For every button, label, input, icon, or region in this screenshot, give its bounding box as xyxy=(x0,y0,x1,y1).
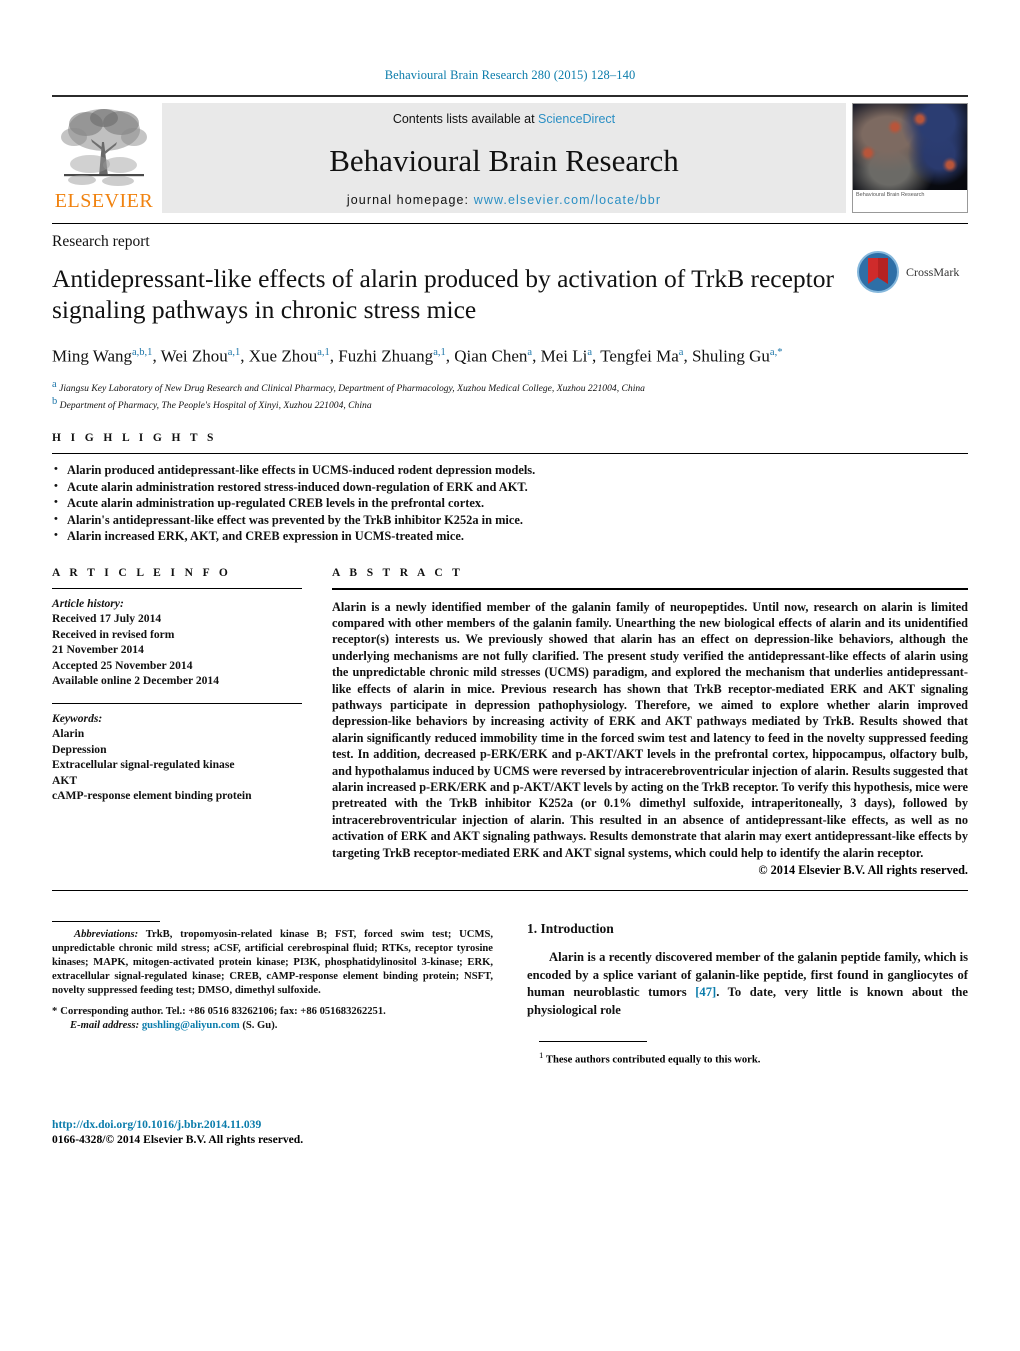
corresponding-author-footnote: * Corresponding author. Tel.: +86 0516 83… xyxy=(52,1005,493,1019)
contents-prefix: Contents lists available at xyxy=(392,112,539,126)
contents-list-line: Contents lists available at ScienceDirec… xyxy=(393,112,615,126)
list-item: Alarin produced antidepressant-like effe… xyxy=(52,461,968,479)
history-item: Received 17 July 2014 xyxy=(52,612,162,626)
affiliation-a: a Jiangsu Key Laboratory of New Drug Res… xyxy=(52,378,645,394)
journal-homepage-line: journal homepage: www.elsevier.com/locat… xyxy=(347,193,661,207)
article-info-column: A R T I C L E I N F O Article history: R… xyxy=(52,567,302,879)
abstract-text: Alarin is a newly identified member of t… xyxy=(332,599,968,860)
crossmark-badge[interactable]: CrossMark xyxy=(856,246,968,298)
keyword-item: Extracellular signal-regulated kinase xyxy=(52,758,235,772)
introduction-paragraph: Alarin is a recently discovered member o… xyxy=(527,949,968,1019)
journal-article-page: Behavioural Brain Research 280 (2015) 12… xyxy=(0,0,1020,1351)
keyword-item: Alarin xyxy=(52,727,85,741)
article-history-block: Article history: Received 17 July 2014 R… xyxy=(52,596,302,689)
author-list: Ming Wanga,b,1, Wei Zhoua,1, Xue Zhoua,1… xyxy=(52,346,783,366)
list-item: Alarin's antidepressant-like effect was … xyxy=(52,511,968,529)
introduction-heading: 1. Introduction xyxy=(527,921,614,937)
running-head: Behavioural Brain Research 280 (2015) 12… xyxy=(384,68,636,82)
doi-link[interactable]: http://dx.doi.org/10.1016/j.bbr.2014.11.… xyxy=(52,1117,303,1132)
keyword-item: AKT xyxy=(52,773,78,787)
journal-homepage-link[interactable]: www.elsevier.com/locate/bbr xyxy=(474,193,661,207)
list-item: Acute alarin administration restored str… xyxy=(52,478,968,496)
journal-cover-thumbnail: Behavioural Brain Research xyxy=(852,103,968,213)
asterisk-icon: * xyxy=(52,1006,58,1018)
introduction-column: 1. Introduction Alarin is a recently dis… xyxy=(527,921,968,1068)
homepage-prefix: journal homepage: xyxy=(346,193,474,207)
corresponding-author-text: Corresponding author. Tel.: +86 0516 832… xyxy=(60,1006,386,1018)
article-header: Research report Antidepressant-like effe… xyxy=(52,224,968,412)
info-abstract-row: A R T I C L E I N F O Article history: R… xyxy=(52,567,968,879)
list-item: Acute alarin administration up-regulated… xyxy=(52,494,968,512)
equal-contribution-text: These authors contributed equally to thi… xyxy=(545,1054,761,1066)
highlights-label: H I G H L I G H T S xyxy=(52,432,217,445)
affiliation-b-text: Department of Pharmacy, The People's Hos… xyxy=(59,400,372,412)
keyword-item: cAMP-response element binding protein xyxy=(52,789,252,803)
affiliation-b: b Department of Pharmacy, The People's H… xyxy=(52,395,372,412)
issn-copyright: 0166-4328/© 2014 Elsevier B.V. All right… xyxy=(52,1133,304,1147)
elsevier-wordmark: ELSEVIER xyxy=(54,190,154,212)
history-item: Received in revised form xyxy=(52,627,175,641)
keyword-item: Depression xyxy=(52,742,107,756)
keywords-divider xyxy=(52,702,302,704)
elsevier-tree-icon xyxy=(61,109,147,186)
history-item: 21 November 2014 xyxy=(52,643,144,657)
history-item: Accepted 25 November 2014 xyxy=(52,658,193,672)
abstract-label: A B S T R A C T xyxy=(332,566,464,579)
equal-contrib-rule xyxy=(539,1041,647,1043)
article-history-label: Article history: xyxy=(52,596,124,610)
footnotes-column: Abbreviations: TrkB, tropomyosin-related… xyxy=(52,921,493,1146)
article-type-kicker: Research report xyxy=(52,233,150,250)
email-link[interactable]: gushling@aliyun.com xyxy=(142,1020,240,1031)
highlights-section: H I G H L I G H T S Alarin produced anti… xyxy=(52,432,968,545)
abstract-column: A B S T R A C T Alarin is a newly identi… xyxy=(332,567,968,879)
article-info-label: A R T I C L E I N F O xyxy=(52,566,232,579)
keywords-block: Keywords: Alarin Depression Extracellula… xyxy=(52,711,302,804)
cover-caption: Behavioural Brain Research xyxy=(853,190,967,212)
abbreviations-label: Abbreviations: xyxy=(74,929,139,941)
affiliation-a-text: Jiangsu Key Laboratory of New Drug Resea… xyxy=(59,382,645,394)
citation-ref[interactable]: [47] xyxy=(695,985,716,999)
abstract-copyright: © 2014 Elsevier B.V. All rights reserved… xyxy=(758,863,968,878)
email-footnote: E-mail address: gushling@aliyun.com (S. … xyxy=(52,1019,493,1033)
journal-banner-center: Contents lists available at ScienceDirec… xyxy=(162,103,846,213)
abstract-bottom-divider xyxy=(52,890,968,892)
page-title: Antidepressant-like effects of alarin pr… xyxy=(52,264,834,324)
elsevier-logo: ELSEVIER xyxy=(52,103,156,213)
sciencedirect-link[interactable]: ScienceDirect xyxy=(538,112,615,126)
crossmark-icon xyxy=(857,251,899,293)
article-info-divider xyxy=(52,587,302,589)
history-item: Available online 2 December 2014 xyxy=(52,674,220,688)
cover-artwork xyxy=(853,104,967,190)
keywords-label: Keywords: xyxy=(52,711,103,725)
crossmark-label: CrossMark xyxy=(906,264,960,279)
journal-banner: ELSEVIER Contents lists available at Sci… xyxy=(52,95,968,213)
email-label: E-mail address: xyxy=(70,1020,140,1032)
list-item: Alarin increased ERK, AKT, and CREB expr… xyxy=(52,527,968,545)
email-suffix: (S. Gu). xyxy=(242,1020,278,1032)
abstract-divider xyxy=(332,587,968,590)
equal-contribution-footnote: 1 These authors contributed equally to t… xyxy=(527,1048,968,1068)
highlights-divider xyxy=(52,453,968,455)
journal-title: Behavioural Brain Research xyxy=(329,143,679,178)
lower-columns: Abbreviations: TrkB, tropomyosin-related… xyxy=(52,921,968,1146)
footnote-rule xyxy=(52,921,160,923)
footnote-marker-1: 1 xyxy=(539,1050,544,1061)
doi-block: http://dx.doi.org/10.1016/j.bbr.2014.11.… xyxy=(52,1117,303,1147)
abbreviations-footnote: Abbreviations: TrkB, tropomyosin-related… xyxy=(52,928,493,998)
highlights-list: Alarin produced antidepressant-like effe… xyxy=(52,461,968,545)
